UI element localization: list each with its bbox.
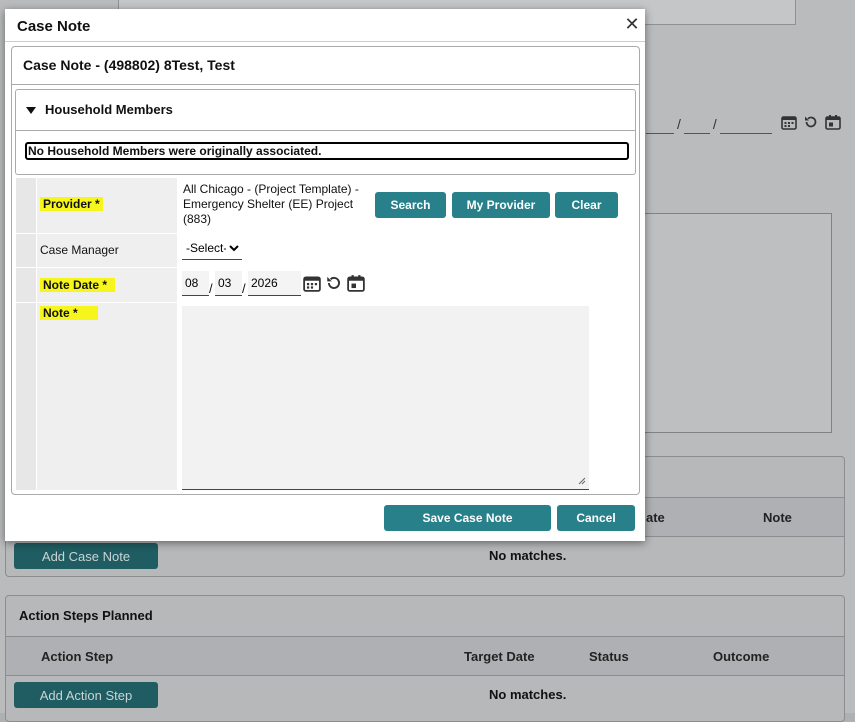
close-icon[interactable]: ✕ [622, 14, 642, 34]
note-date-month[interactable] [182, 271, 209, 296]
divider [5, 41, 645, 42]
client-header: Case Note - (498802) 8Test, Test [12, 47, 639, 85]
note-textarea[interactable] [182, 306, 589, 490]
case-notes-row: Add Case Note No matches. [6, 537, 844, 575]
today-icon[interactable] [347, 274, 365, 292]
resize-handle-icon[interactable] [578, 477, 586, 485]
save-case-note-button[interactable]: Save Case Note [384, 505, 551, 531]
divider [16, 302, 177, 303]
background-date-field: / / [646, 108, 841, 134]
bg-date-day[interactable] [683, 109, 710, 134]
reset-icon[interactable] [325, 274, 343, 292]
case-note-form-panel: Case Note - (498802) 8Test, Test Househo… [11, 46, 640, 495]
date-separator: / [209, 281, 213, 296]
divider [16, 267, 177, 268]
background-textarea[interactable] [628, 213, 832, 433]
dialog-title: Case Note [17, 18, 91, 35]
form-label-column [37, 178, 177, 490]
case-note-form: Provider * All Chicago - (Project Templa… [16, 178, 633, 490]
household-members-section: Household Members No Household Members w… [15, 89, 636, 175]
note-label: Note * [40, 306, 98, 320]
case-note-dialog: Case Note ✕ Case Note - (498802) 8Test, … [5, 9, 645, 541]
bg-date-month[interactable] [646, 109, 674, 134]
note-date-label: Note Date * [40, 278, 116, 292]
add-case-note-button[interactable]: Add Case Note [14, 543, 158, 569]
calendar-icon[interactable] [303, 274, 321, 292]
form-gutter [16, 178, 36, 490]
household-members-message: No Household Members were originally ass… [25, 142, 629, 160]
action-steps-panel: Action Steps Planned Action Step Target … [5, 595, 845, 722]
case-manager-label: Case Manager [40, 243, 119, 257]
column-header[interactable]: Outcome [713, 649, 769, 664]
action-steps-columns: Action Step Target Date Status Outcome [6, 637, 844, 676]
note-date-day[interactable] [215, 271, 242, 296]
column-header[interactable]: Status [589, 649, 629, 664]
calendar-icon[interactable] [780, 114, 797, 130]
column-header[interactable]: Note [763, 510, 792, 525]
add-action-step-button[interactable]: Add Action Step [14, 682, 158, 708]
cancel-button[interactable]: Cancel [557, 505, 635, 531]
column-header[interactable]: Target Date [464, 649, 535, 664]
provider-label: Provider * [40, 197, 103, 211]
bg-date-separator: / [677, 116, 681, 132]
divider [16, 233, 177, 234]
household-members-title: Household Members [45, 102, 173, 117]
clear-button[interactable]: Clear [555, 192, 618, 218]
collapse-triangle-icon [26, 106, 36, 114]
search-button[interactable]: Search [375, 192, 446, 218]
bg-date-separator: / [712, 116, 717, 132]
reset-icon[interactable] [803, 114, 819, 130]
action-steps-title: Action Steps Planned [6, 596, 844, 637]
column-header[interactable]: Action Step [41, 649, 113, 664]
date-separator: / [242, 281, 246, 296]
action-steps-row: Add Action Step No matches. [6, 676, 844, 714]
bg-date-year[interactable] [719, 109, 772, 134]
column-header[interactable]: ate [646, 510, 665, 525]
my-provider-button[interactable]: My Provider [452, 192, 550, 218]
empty-message: No matches. [489, 687, 567, 702]
provider-value: All Chicago - (Project Template) - Emerg… [183, 182, 359, 226]
case-manager-select[interactable]: -Select- [182, 236, 242, 260]
today-icon[interactable] [824, 114, 841, 130]
household-members-toggle[interactable]: Household Members [16, 90, 635, 131]
empty-message: No matches. [489, 548, 567, 563]
note-date-year[interactable] [248, 271, 301, 296]
